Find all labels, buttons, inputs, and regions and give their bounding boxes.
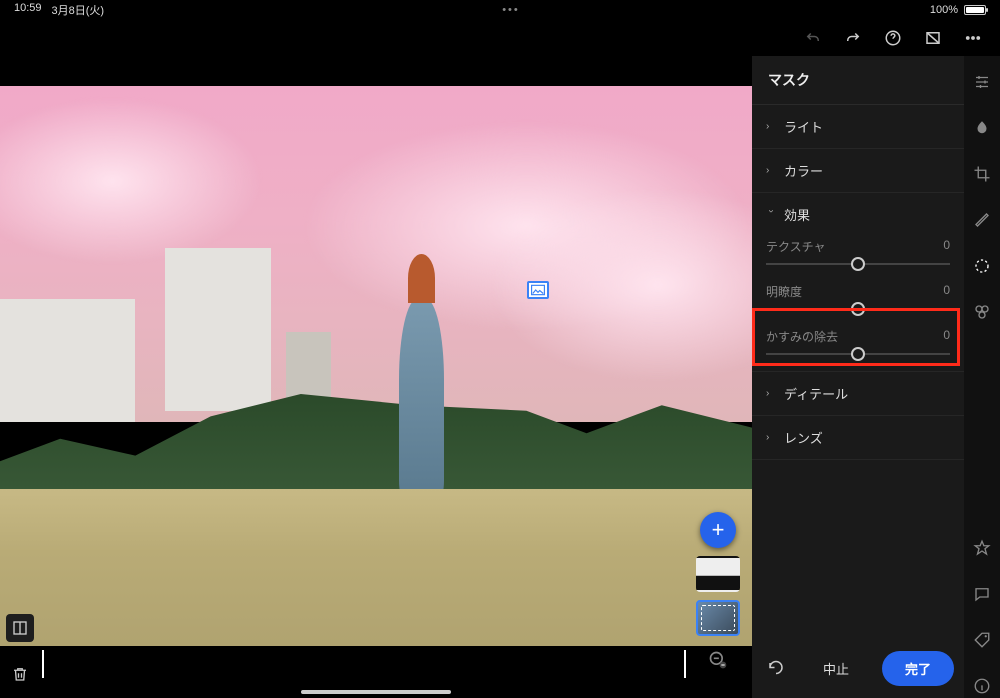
undo-button[interactable] xyxy=(844,29,862,47)
slider-dehaze[interactable]: かすみの除去0 xyxy=(752,326,964,371)
battery-icon xyxy=(964,5,986,15)
section-effects[interactable]: ›効果 xyxy=(752,193,964,236)
status-date: 3月8日(火) xyxy=(52,2,105,18)
slider-clarity[interactable]: 明瞭度0 xyxy=(752,281,964,326)
healing-icon[interactable] xyxy=(964,208,1000,232)
before-after-button[interactable] xyxy=(6,614,34,642)
cancel-button[interactable]: 中止 xyxy=(800,651,872,686)
timeline-handle-left[interactable] xyxy=(42,650,44,678)
slider-texture[interactable]: テクスチャ0 xyxy=(752,236,964,281)
presets-icon[interactable] xyxy=(964,300,1000,324)
section-detail[interactable]: ›ディテール xyxy=(752,372,964,415)
timeline-handle-right[interactable] xyxy=(684,650,686,678)
mask-stack: + xyxy=(696,512,740,672)
reset-button[interactable] xyxy=(762,660,790,678)
battery-percent: 100% xyxy=(930,4,958,16)
section-color[interactable]: ›カラー xyxy=(752,149,964,192)
image-canvas[interactable]: + xyxy=(0,56,752,698)
top-toolbar xyxy=(0,20,1000,56)
panel-title: マスク xyxy=(768,70,810,90)
add-mask-button[interactable]: + xyxy=(700,512,736,548)
star-icon[interactable] xyxy=(964,536,1000,560)
help-button[interactable] xyxy=(884,29,902,47)
section-light[interactable]: ›ライト xyxy=(752,105,964,148)
redo-button[interactable] xyxy=(804,29,822,47)
section-lens[interactable]: ›レンズ xyxy=(752,416,964,459)
adjust-sliders-icon[interactable] xyxy=(964,70,1000,94)
crop-icon[interactable] xyxy=(964,162,1000,186)
mask-pin-icon[interactable] xyxy=(527,281,549,299)
status-time: 10:59 xyxy=(14,2,42,18)
mask-thumbnail-1[interactable] xyxy=(696,556,740,592)
photo-preview xyxy=(0,86,752,646)
masking-icon[interactable] xyxy=(964,254,1000,278)
status-center-dots: ••• xyxy=(104,4,918,16)
done-button[interactable]: 完了 xyxy=(882,651,954,686)
comments-icon[interactable] xyxy=(964,582,1000,606)
compare-view-button[interactable] xyxy=(924,29,942,47)
delete-button[interactable] xyxy=(6,660,34,688)
edit-panel: マスク ›ライト ›カラー ›効果 テクスチャ0 明瞭度0 かすみの除去0 ›デ… xyxy=(752,56,964,698)
home-indicator xyxy=(301,690,451,694)
tool-rail xyxy=(964,56,1000,698)
status-bar: 10:59 3月8日(火) ••• 100% xyxy=(0,0,1000,20)
tag-icon[interactable] xyxy=(964,628,1000,652)
info-icon[interactable] xyxy=(964,674,1000,698)
overflow-menu-button[interactable] xyxy=(964,29,982,47)
smudge-icon[interactable] xyxy=(964,116,1000,140)
mask-thumbnail-2[interactable] xyxy=(696,600,740,636)
zoom-minus-button[interactable] xyxy=(706,648,730,672)
